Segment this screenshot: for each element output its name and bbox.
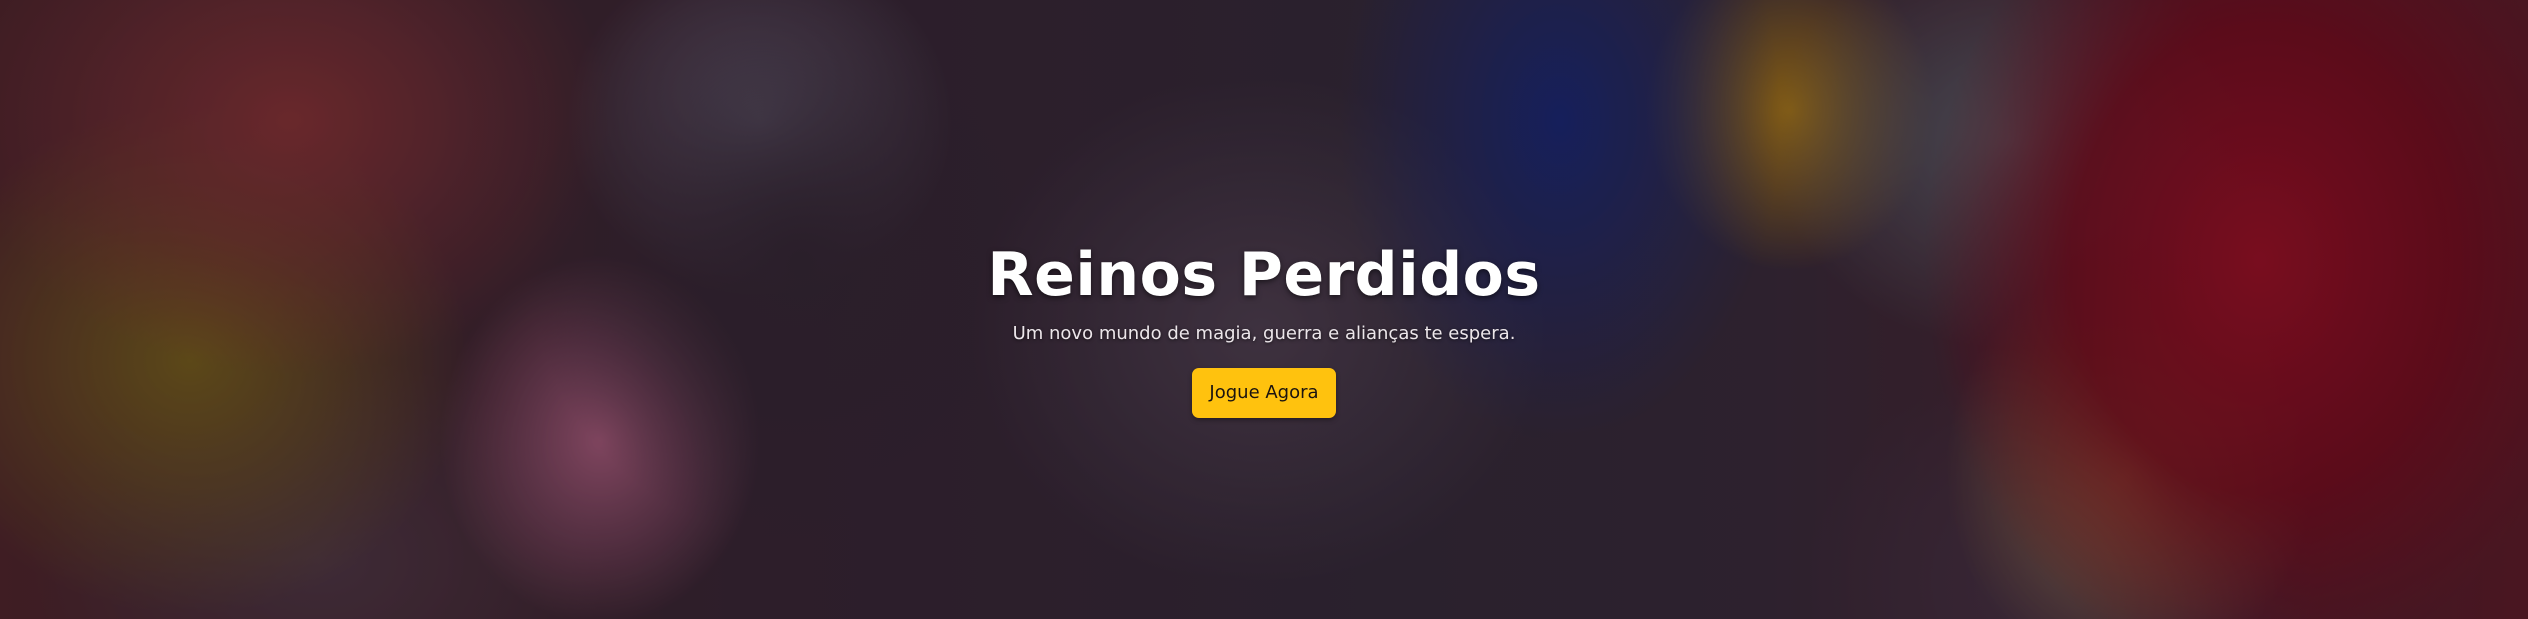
hero-subtitle: Um novo mundo de magia, guerra e aliança… [1012, 323, 1516, 344]
play-now-button[interactable]: Jogue Agora [1192, 368, 1336, 418]
hero-title: Reinos Perdidos [987, 240, 1541, 310]
hero-banner: Reinos Perdidos Um novo mundo de magia, … [0, 0, 2528, 619]
hero-content: Reinos Perdidos Um novo mundo de magia, … [0, 234, 2528, 418]
